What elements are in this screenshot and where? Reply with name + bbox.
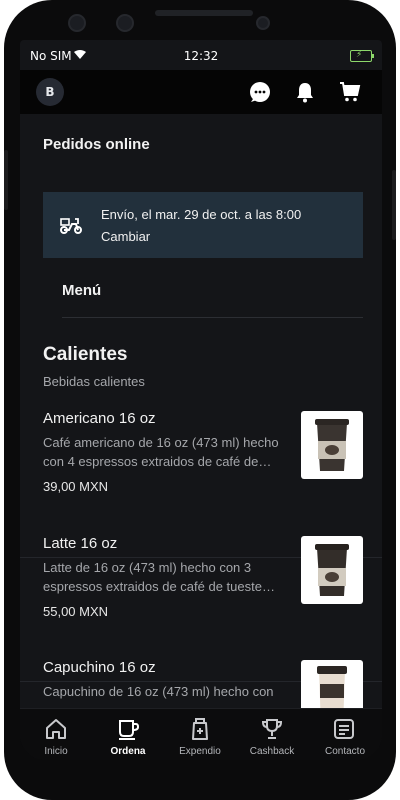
phone-button xyxy=(392,170,396,240)
category-title: Calientes xyxy=(43,344,128,365)
nav-label: Expendio xyxy=(179,746,221,757)
camera xyxy=(116,14,134,32)
cart-icon[interactable] xyxy=(338,80,362,104)
trophy-icon xyxy=(261,719,283,739)
product-description: Capuchino de 16 oz (473 ml) hecho con xyxy=(43,684,274,699)
product-price: 55,00 MXN xyxy=(43,604,109,619)
main-content[interactable]: Pedidos online Envío, el mar. 29 de oct.… xyxy=(20,114,382,708)
chat-bubble-icon[interactable] xyxy=(248,80,272,104)
contact-icon xyxy=(334,719,354,739)
bell-icon[interactable] xyxy=(293,80,317,104)
product-price: 39,00 MXN xyxy=(43,479,109,494)
change-delivery-link[interactable]: Cambiar xyxy=(101,229,150,244)
product-name: Americano 16 oz xyxy=(43,410,156,427)
product-image[interactable] xyxy=(301,411,363,479)
screen: No SIM 12:32 ⚡ B Pedidos online Envío, e… xyxy=(20,40,382,760)
nav-inicio[interactable]: Inicio xyxy=(20,709,92,760)
bottom-nav: Inicio Ordena Expendio Cashback Contacto xyxy=(20,708,382,760)
product-description: Latte de 16 oz (473 ml) hecho con 3 espr… xyxy=(43,560,275,594)
delivery-banner[interactable]: Envío, el mar. 29 de oct. a las 8:00 Cam… xyxy=(43,192,363,258)
speaker xyxy=(155,10,253,16)
divider xyxy=(62,317,363,318)
sensor xyxy=(256,16,270,30)
scooter-icon xyxy=(60,218,82,234)
category-subtitle: Bebidas calientes xyxy=(43,374,145,389)
nav-cashback[interactable]: Cashback xyxy=(236,709,308,760)
page-title: Pedidos online xyxy=(43,136,150,153)
menu-heading[interactable]: Menú xyxy=(62,282,101,299)
coffee-cup-image xyxy=(315,544,349,596)
nav-contacto[interactable]: Contacto xyxy=(308,709,382,760)
status-bar: No SIM 12:32 ⚡ xyxy=(20,40,382,70)
product-card-latte[interactable]: Latte 16 oz Latte de 16 oz (473 ml) hech… xyxy=(43,535,363,659)
nav-label: Inicio xyxy=(44,746,68,757)
product-name: Capuchino 16 oz xyxy=(43,659,156,676)
coffee-cup-image xyxy=(315,419,349,471)
product-name: Latte 16 oz xyxy=(43,535,118,552)
nav-label: Cashback xyxy=(249,746,295,757)
product-description: Café americano de 16 oz (473 ml) hecho c… xyxy=(43,435,279,469)
product-card-capuchino[interactable]: Capuchino 16 oz Capuchino de 16 oz (473 … xyxy=(43,659,363,708)
camera xyxy=(68,14,86,32)
phone-frame: No SIM 12:32 ⚡ B Pedidos online Envío, e… xyxy=(4,0,396,800)
delivery-text: Envío, el mar. 29 de oct. a las 8:00 xyxy=(101,207,302,222)
home-icon xyxy=(46,719,66,739)
product-image[interactable] xyxy=(301,660,363,708)
nav-expendio[interactable]: Expendio xyxy=(164,709,236,760)
product-card-americano[interactable]: Americano 16 oz Café americano de 16 oz … xyxy=(43,410,363,534)
avatar[interactable]: B xyxy=(36,78,64,106)
clock: 12:32 xyxy=(183,49,219,63)
app-bar: B xyxy=(20,70,382,114)
nav-label: Contacto xyxy=(324,746,366,757)
coffee-cup-image xyxy=(317,666,347,708)
nav-ordena[interactable]: Ordena xyxy=(92,709,164,760)
phone-button xyxy=(4,150,8,210)
cup-icon xyxy=(119,720,140,740)
nav-label: Ordena xyxy=(110,746,146,757)
battery-icon: ⚡ xyxy=(350,50,374,62)
product-image[interactable] xyxy=(301,536,363,604)
coffee-bag-icon xyxy=(192,718,208,740)
